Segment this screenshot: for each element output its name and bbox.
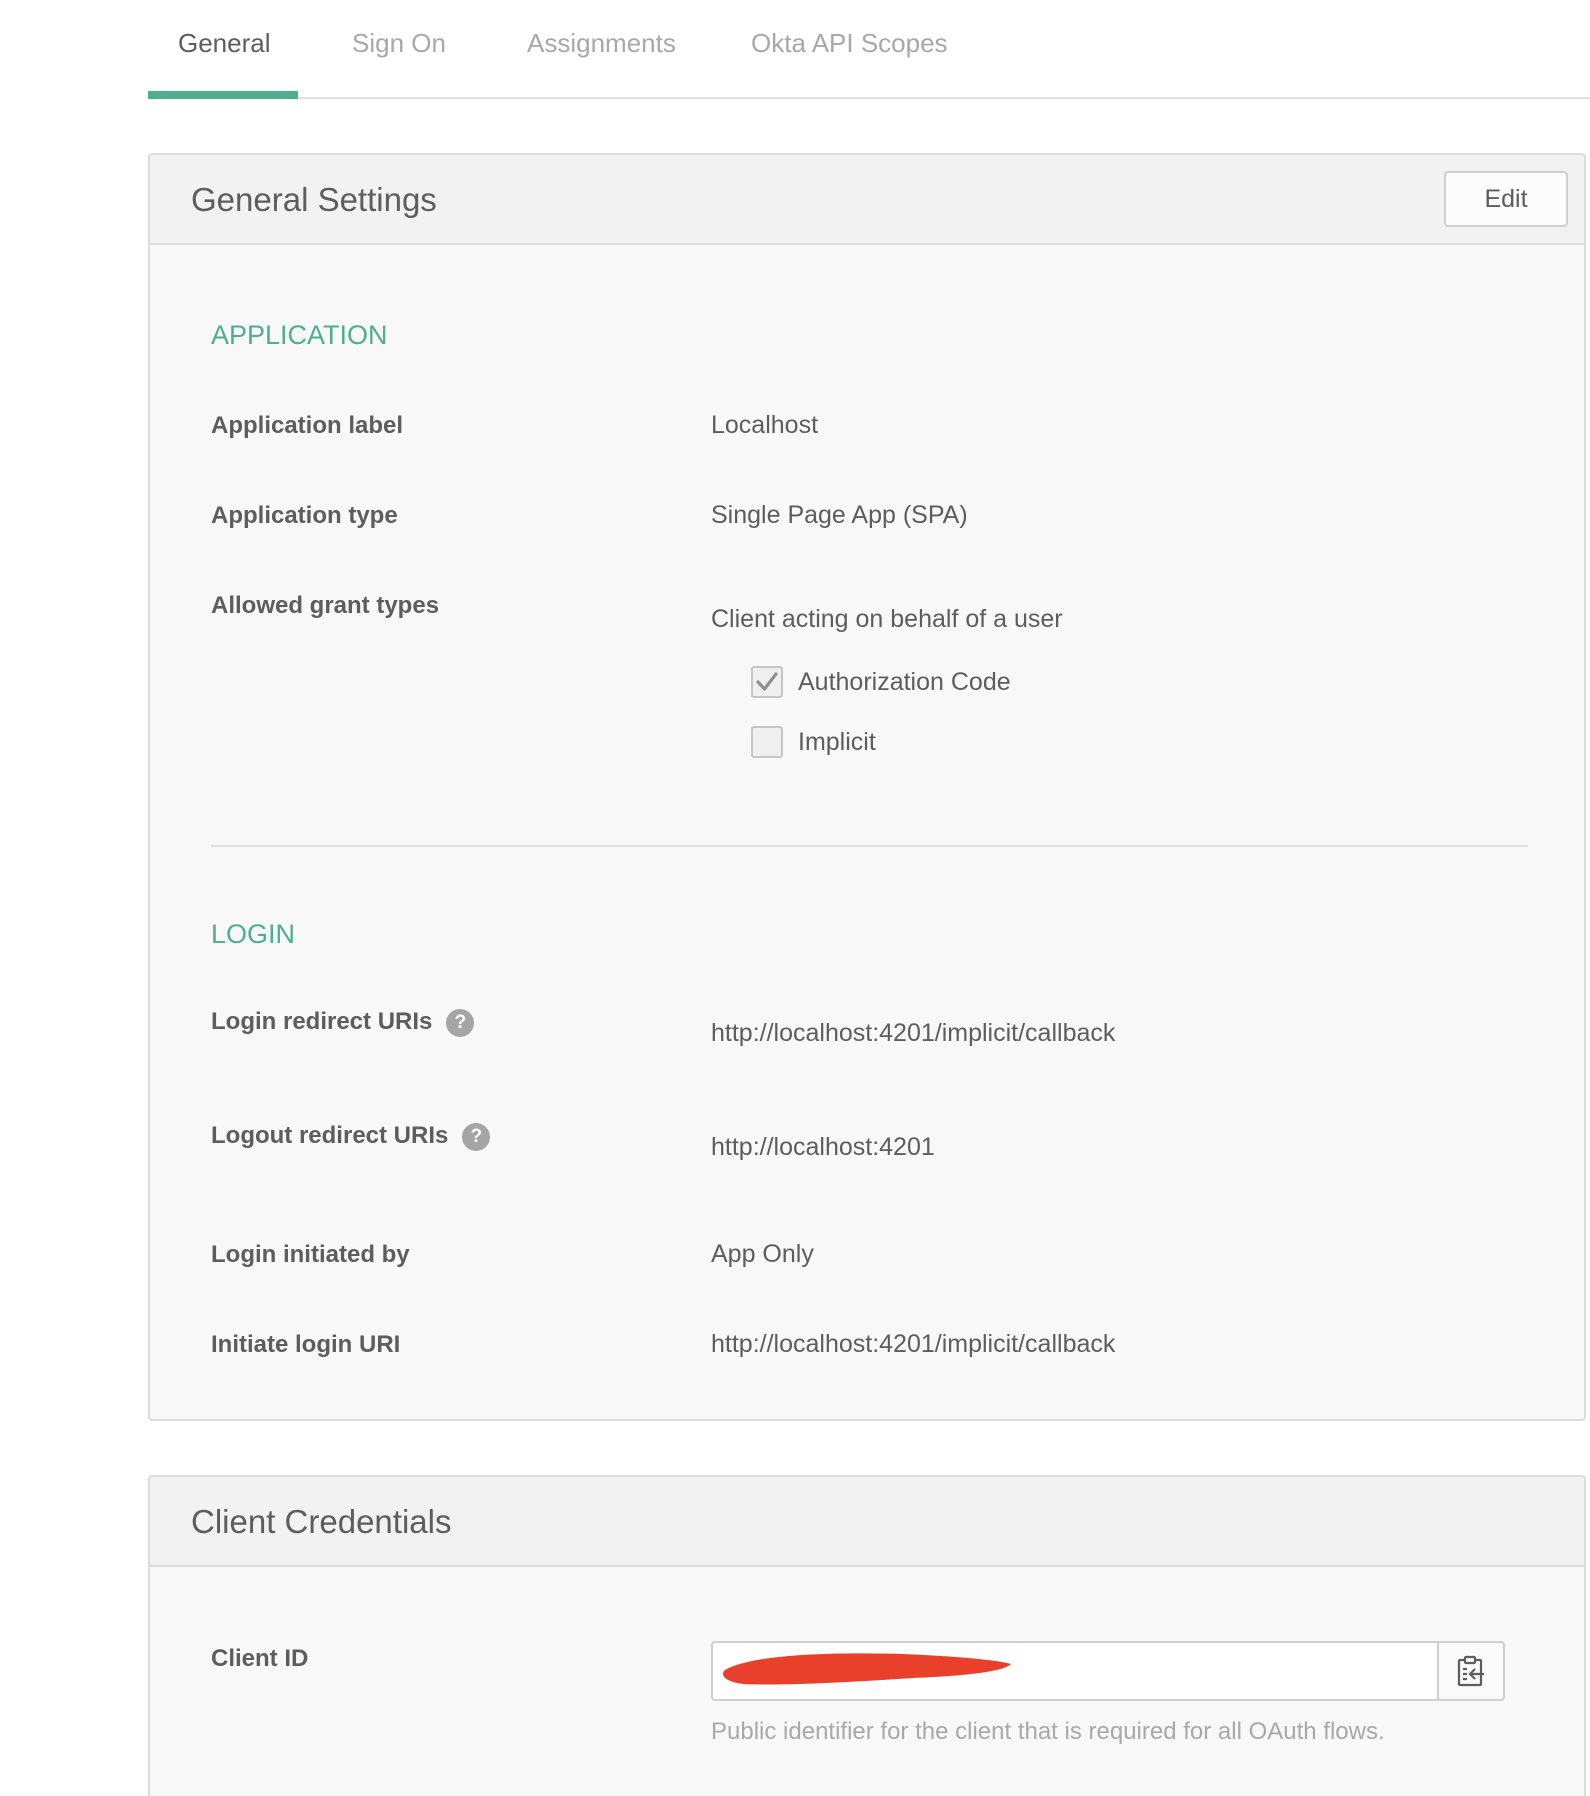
client-credentials-header: Client Credentials	[150, 1477, 1584, 1567]
help-icon[interactable]: ?	[462, 1122, 491, 1151]
login-redirect-uris-value: http://localhost:4201/implicit/callback	[711, 1019, 1116, 1047]
client-id-title: Client ID	[211, 1645, 309, 1672]
authorization-code-label: Authorization Code	[798, 667, 1011, 696]
login-redirect-uris-label: Login redirect URIs	[211, 1008, 433, 1035]
client-id-field[interactable]	[711, 1641, 1505, 1701]
logout-redirect-uris-label: Logout redirect URIs	[211, 1122, 449, 1149]
application-type-value: Single Page App (SPA)	[711, 501, 968, 529]
redaction-mark	[723, 1653, 1011, 1685]
application-label-value: Localhost	[711, 411, 819, 439]
initiate-login-uri-value: http://localhost:4201/implicit/callback	[711, 1330, 1116, 1358]
logout-redirect-uris-title: Logout redirect URIs?	[211, 1122, 491, 1151]
clipboard-copy-button[interactable]	[1437, 1643, 1503, 1699]
active-tab-indicator	[148, 91, 298, 99]
authorization-code-checkbox[interactable]	[751, 666, 783, 698]
tab-assignments[interactable]: Assignments	[527, 28, 676, 59]
allowed-grant-types-title: Allowed grant types	[211, 592, 440, 619]
client-credentials-title: Client Credentials	[191, 1503, 452, 1540]
application-section-title: APPLICATION	[211, 320, 388, 350]
help-icon[interactable]: ?	[446, 1008, 475, 1037]
application-type-title: Application type	[211, 502, 398, 529]
grant-types-subtitle: Client acting on behalf of a user	[711, 605, 1063, 633]
grant-authorization-code[interactable]: Authorization Code	[751, 666, 1011, 698]
application-label-title: Application label	[211, 412, 404, 439]
login-initiated-by-value: App Only	[711, 1240, 814, 1268]
section-divider	[211, 845, 1528, 847]
login-initiated-by-title: Login initiated by	[211, 1241, 410, 1268]
general-settings-header: General Settings Edit	[150, 155, 1584, 245]
general-settings-title: General Settings	[191, 181, 437, 218]
checkmark-icon	[756, 672, 778, 691]
initiate-login-uri-title: Initiate login URI	[211, 1331, 401, 1358]
client-credentials-panel: Client Credentials Client ID Public iden…	[148, 1475, 1586, 1796]
client-id-hint: Public identifier for the client that is…	[711, 1718, 1385, 1745]
edit-button[interactable]: Edit	[1444, 171, 1568, 227]
general-settings-panel: General Settings Edit APPLICATION Applic…	[148, 153, 1586, 1421]
login-redirect-uris-title: Login redirect URIs?	[211, 1008, 475, 1037]
tab-bar: General Sign On Assignments Okta API Sco…	[148, 0, 1590, 99]
clipboard-copy-icon	[1457, 1655, 1484, 1687]
implicit-checkbox[interactable]	[751, 726, 783, 758]
login-section-title: LOGIN	[211, 919, 296, 949]
tab-sign-on[interactable]: Sign On	[352, 28, 446, 59]
grant-implicit[interactable]: Implicit	[751, 726, 876, 758]
tab-okta-api-scopes[interactable]: Okta API Scopes	[751, 28, 948, 59]
tab-general[interactable]: General	[178, 28, 271, 59]
implicit-label: Implicit	[798, 727, 876, 756]
logout-redirect-uris-value: http://localhost:4201	[711, 1133, 935, 1161]
